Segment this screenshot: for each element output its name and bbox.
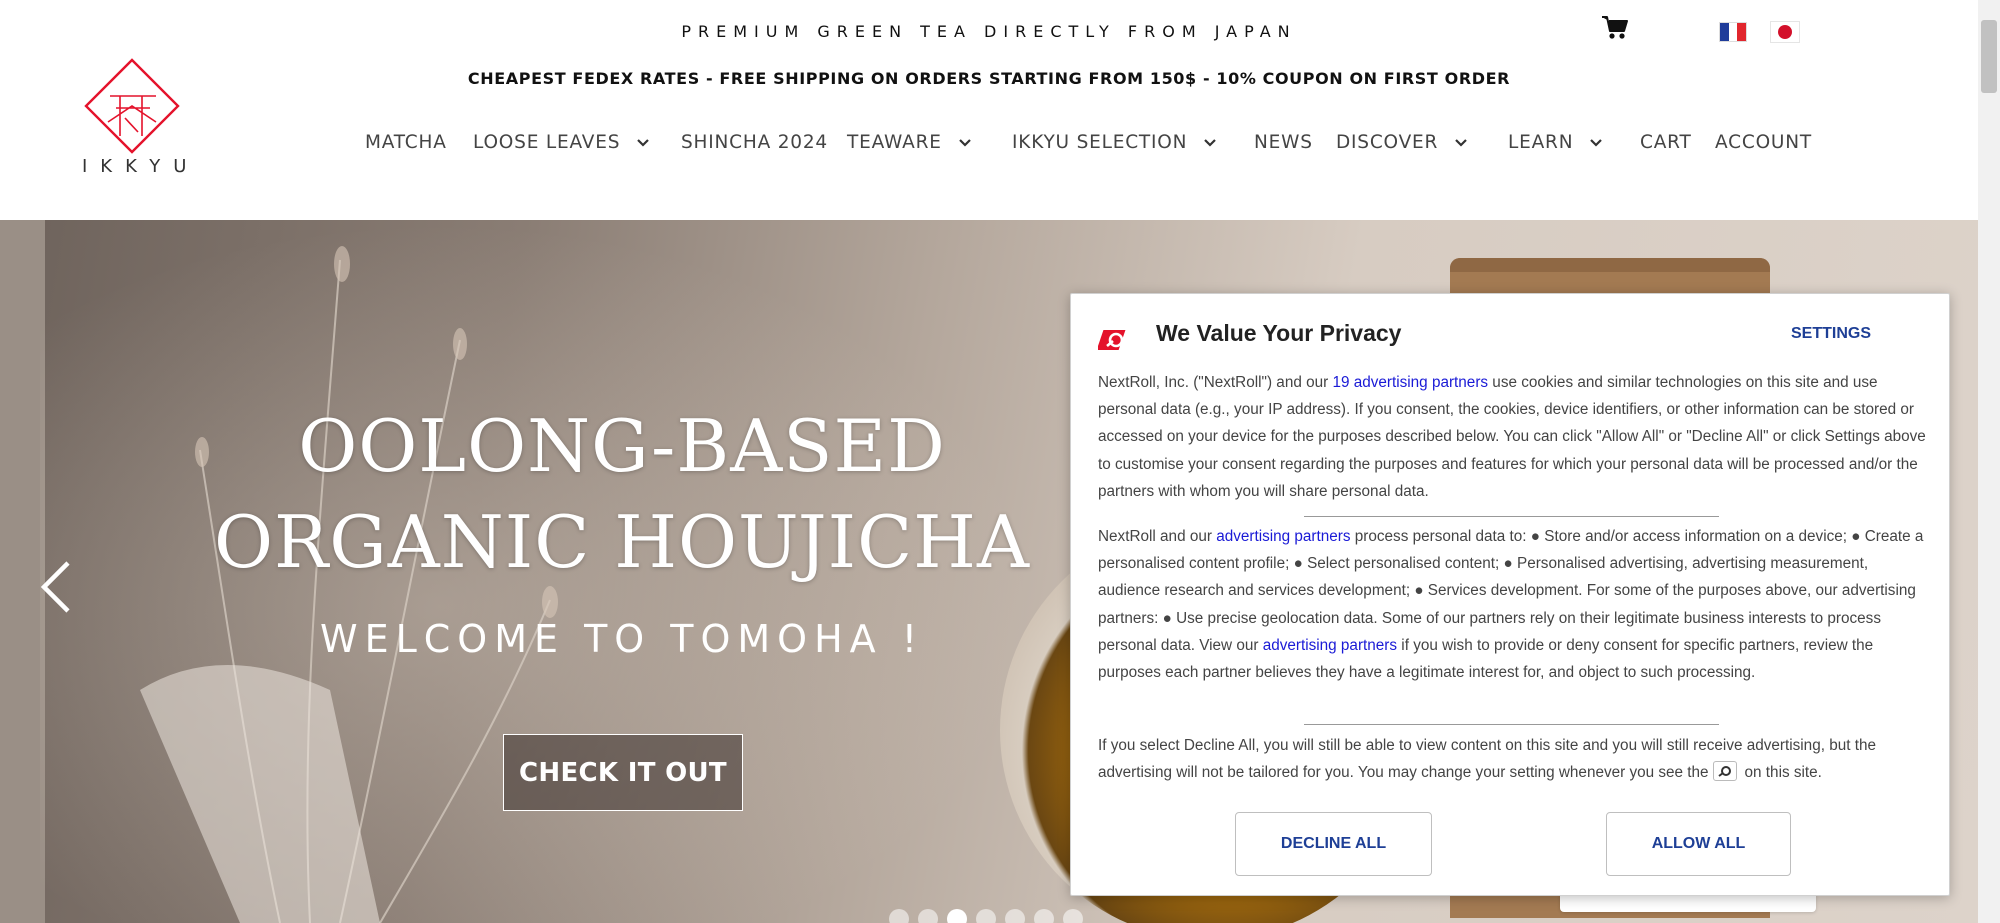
advertising-partners-link[interactable]: advertising partners [1263,637,1397,654]
nav-item-news[interactable]: NEWS [1254,132,1313,153]
consent-paragraph-intro: NextRoll, Inc. ("NextRoll") and our 19 a… [1098,369,1928,505]
nav-item-label: ACCOUNT [1715,132,1813,153]
chevron-down-icon [637,138,650,147]
consent-text: process personal data to: ● Store and/or… [1098,528,1924,654]
nav-item-label: SHINCHA 2024 [681,132,828,153]
slide-dot[interactable] [1034,909,1054,923]
hero-title: OOLONG-BASED ORGANIC HOUJICHA [180,398,1064,590]
chevron-down-icon [1590,138,1603,147]
nextroll-settings-icon [1712,761,1737,782]
divider [1304,516,1719,517]
hero-subtitle: WELCOME TO TOMOHA ! [320,617,924,661]
consent-text: NextRoll, Inc. ("NextRoll") and our [1098,374,1333,391]
chevron-down-icon [1204,138,1217,147]
nav-item-label: NEWS [1254,132,1313,153]
nextroll-logo-icon [1098,330,1126,350]
nav-item-matcha[interactable]: MATCHA [365,132,447,153]
page-scrollbar-track[interactable] [1978,0,2000,923]
nav-item-label: LOOSE LEAVES [473,132,621,153]
slide-dot[interactable] [1005,909,1025,923]
nav-item-label: CART [1640,132,1692,153]
consent-paragraph-decline-info: If you select Decline All, you will stil… [1098,732,1928,786]
chevron-down-icon [1455,138,1467,147]
page-scrollbar-thumb[interactable] [1981,20,1997,93]
privacy-consent-dialog: We Value Your Privacy SETTINGS NextRoll,… [1070,293,1950,896]
hero-cloth-edge [1450,258,1770,272]
advertising-partners-link[interactable]: advertising partners [1216,528,1350,545]
decline-all-button[interactable]: DECLINE ALL [1235,812,1432,876]
nav-item-cart[interactable]: CART [1640,132,1692,153]
slide-dot[interactable] [918,909,938,923]
hero-title-line-1: OOLONG-BASED [298,404,946,488]
nav-item-discover[interactable]: DISCOVER [1336,132,1468,153]
advertising-partners-link[interactable]: 19 advertising partners [1332,374,1488,391]
france-flag-icon[interactable] [1719,22,1747,42]
chevron-down-icon [958,138,971,147]
japan-flag-icon[interactable] [1770,21,1800,43]
main-navigation: MATCHA LOOSE LEAVES SHINCHA 2024 TEAWARE… [0,132,1978,158]
logo-wordmark: IKKYU [82,156,200,177]
slide-dot-active[interactable] [947,909,967,923]
nav-item-learn[interactable]: LEARN [1508,132,1603,153]
consent-text: NextRoll and our [1098,528,1217,545]
check-it-out-button[interactable]: CHECK IT OUT [503,734,743,811]
nav-item-label: DISCOVER [1336,132,1439,153]
nav-item-label: LEARN [1508,132,1574,153]
consent-paragraph-purposes: NextRoll and our advertising partners pr… [1098,523,1928,686]
slide-dot[interactable] [976,909,996,923]
slide-dot[interactable] [889,909,909,923]
slider-pagination [889,909,1083,923]
cart-icon[interactable] [1601,15,1629,41]
consent-dialog-title: We Value Your Privacy [1156,320,1402,346]
previous-slide-arrow-icon[interactable] [38,560,74,614]
nav-item-shincha-2024[interactable]: SHINCHA 2024 [681,132,828,153]
nav-item-loose-leaves[interactable]: LOOSE LEAVES [473,132,650,153]
nav-item-label: TEAWARE [847,132,942,153]
nav-item-label: IKKYU SELECTION [1012,132,1188,153]
nav-item-ikkyu-selection[interactable]: IKKYU SELECTION [1012,132,1217,153]
allow-all-button[interactable]: ALLOW ALL [1606,812,1791,876]
consent-text: on this site. [1744,764,1822,782]
header-tagline: PREMIUM GREEN TEA DIRECTLY FROM JAPAN [681,22,1297,41]
site-header: PREMIUM GREEN TEA DIRECTLY FROM JAPAN CH… [0,0,1978,220]
consent-text: use cookies and similar technologies on … [1098,374,1926,500]
consent-settings-button[interactable]: SETTINGS [1771,325,1891,349]
nav-item-label: MATCHA [365,132,447,153]
divider [1304,724,1719,725]
nav-item-teaware[interactable]: TEAWARE [847,132,972,153]
shipping-promo-banner: CHEAPEST FEDEX RATES - FREE SHIPPING ON … [467,69,1511,88]
nav-item-account[interactable]: ACCOUNT [1715,132,1812,153]
hero-title-line-2: ORGANIC HOUJICHA [214,500,1030,584]
slide-dot[interactable] [1063,909,1083,923]
